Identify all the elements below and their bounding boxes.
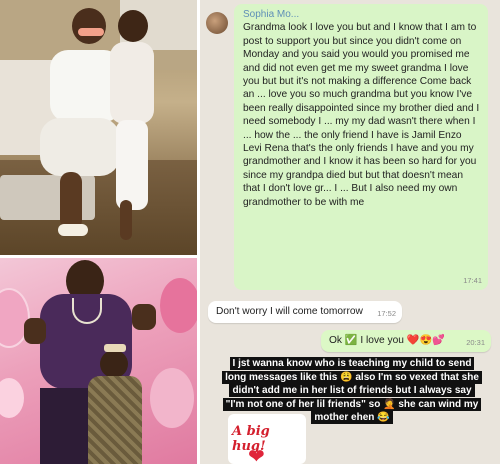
balloon: [150, 368, 194, 428]
caption-text: I jst wanna know who is teaching my chil…: [222, 357, 482, 424]
man-right-hand: [132, 304, 156, 330]
sender-name: Sophia Mo...: [243, 9, 300, 20]
message-text: Grandma look I love you but and I know t…: [243, 22, 480, 208]
girl-head: [118, 10, 148, 42]
photo-woman-and-girl: [0, 0, 197, 255]
girl-legs: [120, 200, 132, 240]
slides-sandals: [58, 224, 88, 236]
photo-man-and-girl-party: [0, 258, 197, 464]
woman-legs: [60, 172, 82, 230]
message-time: 17:52: [377, 308, 396, 318]
message-bubble-long: Sophia Mo... Grandma look I love you but…: [234, 4, 488, 290]
girl-dress-skirt: [116, 120, 148, 210]
overlay-caption: I jst wanna know who is teaching my chil…: [221, 357, 483, 425]
child-tiara: [104, 344, 126, 352]
avatar: [206, 12, 228, 34]
heart-icon: ❤: [248, 446, 265, 468]
girl-white-dress: [110, 42, 154, 124]
message-bubble-outgoing: Ok ✅ I love you ❤️😍💕 20:31: [321, 330, 491, 352]
child-patterned-dress: [88, 376, 142, 464]
child-head: [100, 350, 128, 378]
message-bubble-reply: Don't worry I will come tomorrow 17:52: [208, 301, 402, 323]
man-left-hand: [24, 318, 46, 344]
woman-white-shorts: [40, 118, 120, 176]
message-text: Ok ✅ I love you ❤️😍💕: [329, 335, 445, 346]
message-time: 17:41: [463, 275, 482, 285]
balloon: [160, 278, 197, 333]
woman-head: [72, 8, 106, 44]
sticker-text: A big hug!: [232, 424, 270, 454]
message-time: 20:31: [466, 337, 485, 347]
screenshot-collage: Sophia Mo... Grandma look I love you but…: [0, 0, 500, 468]
sunglasses: [78, 28, 104, 36]
balloon: [0, 378, 24, 418]
message-text: Don't worry I will come tomorrow: [216, 306, 363, 317]
